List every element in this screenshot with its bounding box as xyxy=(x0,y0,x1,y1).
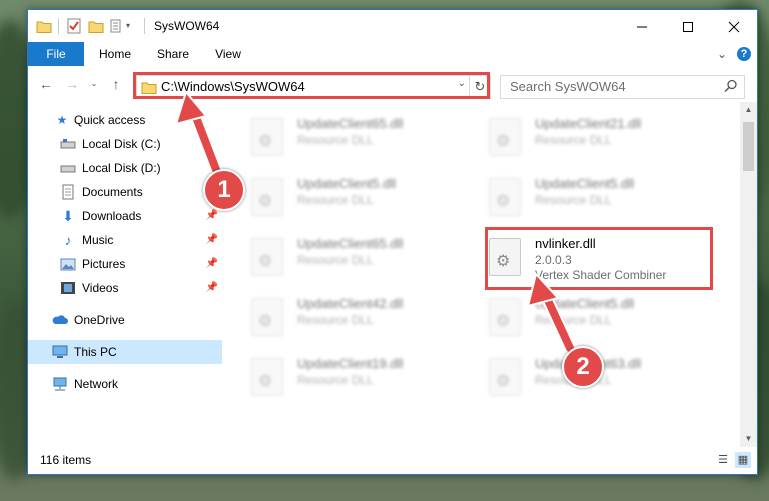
gear-icon: ⚙ xyxy=(258,373,273,390)
dll-file-icon: ⚙ xyxy=(251,298,283,336)
documents-icon xyxy=(60,184,76,200)
dll-file-icon: ⚙ xyxy=(489,178,521,216)
download-icon: ⬇ xyxy=(62,208,74,224)
music-icon: ♪ xyxy=(64,232,72,248)
nav-item-pictures[interactable]: Pictures 📌 xyxy=(28,252,222,276)
nav-item-downloads[interactable]: ⬇ Downloads 📌 xyxy=(28,204,222,228)
address-row: ← → ⌄ ↑ C:\Windows\SysWOW64 ⌄ ↻ Search S… xyxy=(28,66,757,102)
file-tile[interactable]: ⚙ UpdateClient5.dll Resource DLL xyxy=(489,174,719,224)
dll-file-icon: ⚙ xyxy=(489,298,521,336)
address-bar-highlight xyxy=(133,72,490,99)
tab-view[interactable]: View xyxy=(206,42,250,66)
file-tile[interactable]: ⚙ UpdateClient5.dll Resource DLL xyxy=(251,174,481,224)
rename-icon[interactable] xyxy=(110,18,126,34)
nav-item-music[interactable]: ♪ Music 📌 xyxy=(28,228,222,252)
tab-file[interactable]: File xyxy=(28,42,84,66)
pin-icon[interactable]: 📌 xyxy=(206,228,218,252)
file-tile[interactable]: ⚙ UpdateClient42.dll Resource DLL xyxy=(251,294,481,344)
cloud-icon xyxy=(52,312,68,328)
file-tile[interactable]: ⚙ UpdateClient5.dll Resource DLL xyxy=(489,294,719,344)
nav-item-documents[interactable]: Documents 📌 xyxy=(28,180,222,204)
minimize-button[interactable] xyxy=(619,10,665,42)
file-tile[interactable]: ⚙ UpdateClient21.dll Resource DLL xyxy=(489,114,719,164)
vertical-scrollbar[interactable]: ▲ ▼ xyxy=(740,102,757,447)
dll-file-icon: ⚙ xyxy=(251,238,283,276)
file-tile[interactable]: ⚙ UpdateClient63.dll Resource DLL xyxy=(489,354,719,404)
nav-item-quick-access[interactable]: ★ Quick access xyxy=(28,108,222,132)
file-tile[interactable]: ⚙ UpdateClient19.dll Resource DLL xyxy=(251,354,481,404)
nav-item-local-disk-d[interactable]: Local Disk (D:) xyxy=(28,156,222,180)
dll-file-icon: ⚙ xyxy=(489,358,521,396)
gear-icon: ⚙ xyxy=(258,193,273,210)
help-icon[interactable]: ? xyxy=(737,47,751,61)
star-icon: ★ xyxy=(56,113,68,127)
ribbon-tabs: File Home Share View ⌄ ? xyxy=(28,42,757,67)
gear-icon: ⚙ xyxy=(496,313,511,330)
file-explorer-window: ▾ SysWOW64 File Home Share View ⌄ ? ← → … xyxy=(27,9,758,475)
gear-icon: ⚙ xyxy=(258,133,273,150)
maximize-button[interactable] xyxy=(665,10,711,42)
forward-arrow-icon[interactable]: → xyxy=(64,76,80,92)
customize-toolbar-chevron-icon[interactable]: ▾ xyxy=(126,18,142,34)
large-icons-view-icon[interactable]: ▦ xyxy=(735,452,751,468)
pin-icon[interactable]: 📌 xyxy=(206,276,218,300)
gear-icon: ⚙ xyxy=(258,253,273,270)
drive-icon xyxy=(60,160,76,176)
pin-icon[interactable]: 📌 xyxy=(206,252,218,276)
folder-icon xyxy=(36,18,52,34)
recent-locations-chevron-icon[interactable]: ⌄ xyxy=(86,76,102,92)
tab-home[interactable]: Home xyxy=(90,42,140,66)
gear-icon: ⚙ xyxy=(258,313,273,330)
search-input[interactable]: Search SysWOW64 xyxy=(500,75,745,99)
step-2-badge: 2 xyxy=(562,346,604,388)
navigation-pane: ★ Quick access Local Disk (C:) Local Dis… xyxy=(28,102,222,447)
nvlinker-highlight xyxy=(485,227,713,290)
dll-file-icon: ⚙ xyxy=(489,118,521,156)
scroll-up-arrow-icon[interactable]: ▲ xyxy=(740,102,757,118)
back-arrow-icon[interactable]: ← xyxy=(38,76,54,92)
up-arrow-icon[interactable]: ↑ xyxy=(108,76,124,92)
file-tile[interactable]: ⚙ UpdateClient65.dll Resource DLL xyxy=(251,234,481,284)
new-folder-icon[interactable] xyxy=(88,18,104,34)
details-view-icon[interactable]: ☰ xyxy=(715,452,731,468)
nav-item-this-pc[interactable]: This PC xyxy=(28,340,222,364)
item-count: 116 items xyxy=(40,453,92,467)
tab-share[interactable]: Share xyxy=(148,42,198,66)
scroll-down-arrow-icon[interactable]: ▼ xyxy=(740,431,757,447)
close-button[interactable] xyxy=(711,10,757,42)
properties-icon[interactable] xyxy=(66,18,82,34)
dll-file-icon: ⚙ xyxy=(251,118,283,156)
pc-icon xyxy=(52,344,68,360)
nav-item-videos[interactable]: Videos 📌 xyxy=(28,276,222,300)
step-1-badge: 1 xyxy=(203,169,245,211)
gear-icon: ⚙ xyxy=(496,193,511,210)
nav-item-local-disk-c[interactable]: Local Disk (C:) xyxy=(28,132,222,156)
window-title: SysWOW64 xyxy=(154,19,220,33)
file-tile[interactable]: ⚙ UpdateClient65.dll Resource DLL xyxy=(251,114,481,164)
dll-file-icon: ⚙ xyxy=(251,358,283,396)
drive-icon xyxy=(60,136,76,152)
pictures-icon xyxy=(60,256,76,272)
nav-item-network[interactable]: Network xyxy=(28,372,222,396)
videos-icon xyxy=(60,280,76,296)
expand-ribbon-chevron-icon[interactable]: ⌄ xyxy=(715,47,729,61)
status-bar: 116 items ☰ ▦ xyxy=(28,447,757,474)
title-bar: ▾ SysWOW64 xyxy=(28,10,757,42)
search-placeholder: Search SysWOW64 xyxy=(510,79,626,94)
gear-icon: ⚙ xyxy=(496,373,511,390)
network-icon xyxy=(52,376,68,392)
gear-icon: ⚙ xyxy=(496,133,511,150)
search-icon xyxy=(724,79,738,93)
scrollbar-thumb[interactable] xyxy=(743,122,754,171)
dll-file-icon: ⚙ xyxy=(251,178,283,216)
nav-item-onedrive[interactable]: OneDrive xyxy=(28,308,222,332)
